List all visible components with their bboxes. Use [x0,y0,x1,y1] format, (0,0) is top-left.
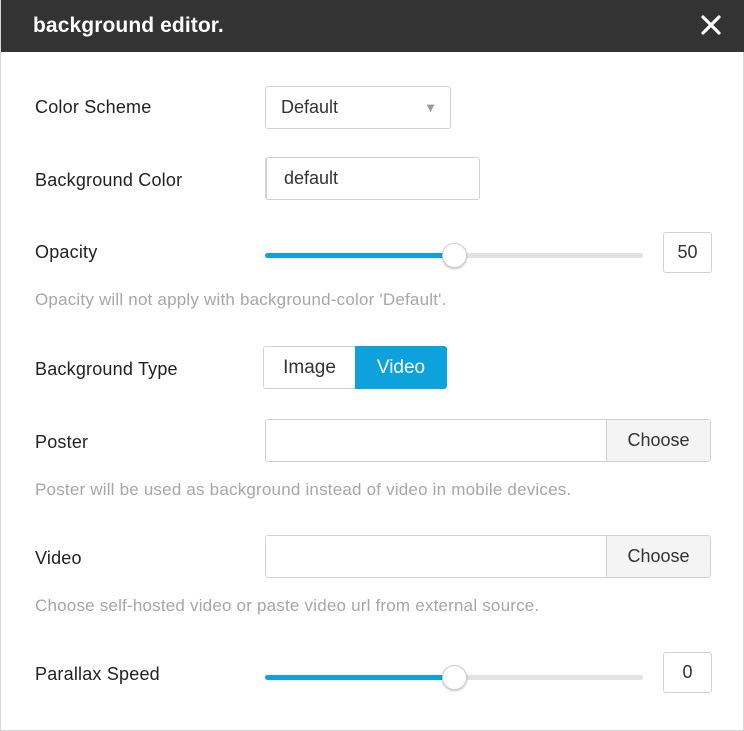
video-choose-button[interactable]: Choose [606,536,710,577]
background-type-toggle: Image Video [263,346,447,389]
close-icon [701,15,721,35]
poster-choose-button[interactable]: Choose [606,420,710,461]
video-field: Choose [265,535,711,578]
color-scheme-label: Color Scheme [35,97,152,117]
background-type-image-button[interactable]: Image [263,346,355,389]
background-color-input[interactable] [267,158,516,199]
parallax-speed-slider[interactable] [265,665,643,690]
opacity-hint: Opacity will not apply with background-c… [35,290,447,309]
background-color-picker [265,157,516,200]
background-type-label: Background Type [35,359,178,379]
poster-hint: Poster will be used as background instea… [35,480,572,499]
opacity-slider-fill [265,253,454,258]
dialog-titlebar: background editor. [1,0,744,52]
background-editor-dialog: background editor. Color Scheme Default … [0,0,744,731]
dialog-title: background editor. [33,14,224,37]
close-button[interactable] [697,11,725,39]
parallax-slider-fill [265,675,454,680]
parallax-slider-handle[interactable] [441,665,467,690]
video-label: Video [35,548,82,568]
video-input[interactable] [266,536,606,577]
opacity-value-input[interactable]: 50 [663,232,712,273]
poster-label: Poster [35,432,89,452]
poster-input[interactable] [266,420,606,461]
parallax-speed-label: Parallax Speed [35,664,160,684]
opacity-slider[interactable] [265,243,643,268]
poster-field: Choose [265,419,711,462]
background-color-label: Background Color [35,170,183,190]
color-scheme-select[interactable]: Default ▼ [265,86,451,129]
chevron-down-icon: ▼ [424,100,437,115]
parallax-speed-value-input[interactable]: 0 [663,652,712,693]
color-scheme-value: Default [281,97,339,117]
opacity-label: Opacity [35,242,98,262]
opacity-slider-handle[interactable] [441,243,467,268]
video-hint: Choose self-hosted video or paste video … [35,596,540,615]
background-type-video-button[interactable]: Video [355,346,447,389]
